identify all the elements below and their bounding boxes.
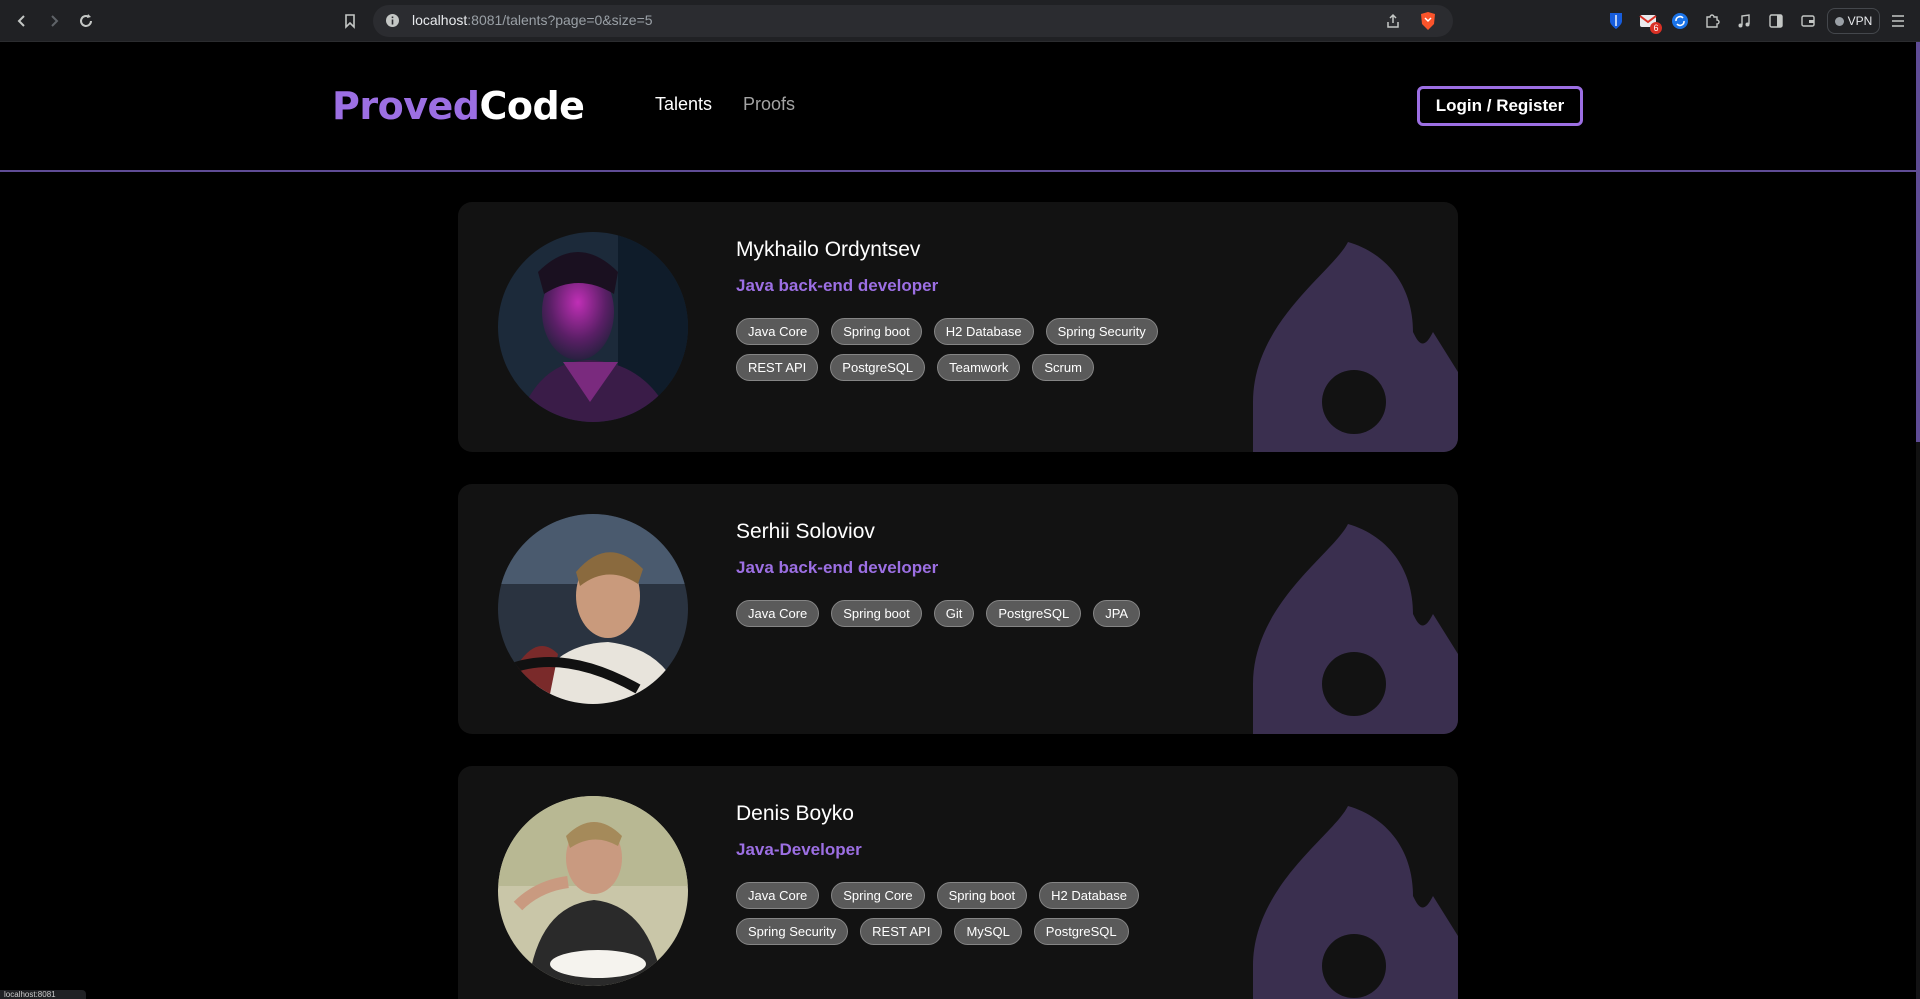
skill-tags: Java Core Spring boot H2 Database Spring…	[736, 318, 1206, 381]
skill-tag: H2 Database	[1039, 882, 1140, 909]
music-icon[interactable]	[1734, 11, 1754, 31]
nav-link-proofs[interactable]: Proofs	[743, 94, 795, 115]
scrollbar-thumb[interactable]	[1916, 42, 1920, 442]
reload-icon[interactable]	[74, 9, 98, 33]
vpn-label: VPN	[1847, 14, 1873, 28]
share-icon[interactable]	[1385, 13, 1401, 34]
sync-extension-icon[interactable]	[1670, 11, 1690, 31]
skill-tag: Spring Security	[736, 918, 849, 945]
extensions-puzzle-icon[interactable]	[1702, 11, 1722, 31]
skill-tag: Spring boot	[831, 600, 922, 627]
skill-tag: REST API	[736, 354, 819, 381]
menu-icon[interactable]	[1888, 11, 1908, 31]
extension-badge: 6	[1650, 22, 1662, 34]
skill-tag: Java Core	[736, 318, 820, 345]
nav-link-talents[interactable]: Talents	[655, 94, 712, 115]
site-header: ProvedCode Talents Proofs Login / Regist…	[0, 42, 1916, 172]
skill-tag: PostgreSQL	[986, 600, 1082, 627]
flame-icon	[1253, 524, 1458, 734]
talent-name[interactable]: Denis Boyko	[736, 802, 854, 826]
url-text: localhost:8081/talents?page=0&size=5	[412, 12, 653, 28]
logo-part-code: Code	[479, 84, 585, 128]
vpn-button[interactable]: VPN	[1827, 8, 1880, 34]
skill-tags: Java Core Spring Core Spring boot H2 Dat…	[736, 882, 1206, 945]
avatar	[498, 514, 688, 704]
skill-tag: JPA	[1093, 600, 1141, 627]
skill-tag: H2 Database	[933, 318, 1034, 345]
brave-shield-icon[interactable]	[1419, 11, 1437, 36]
skill-tag: Spring Core	[831, 882, 925, 909]
talent-card[interactable]: Mykhailo Ordyntsev Java back-end develop…	[458, 202, 1458, 452]
forward-icon[interactable]	[42, 9, 66, 33]
address-bar[interactable]: localhost:8081/talents?page=0&size=5	[373, 5, 1453, 37]
status-bar-url: localhost:8081	[0, 990, 86, 999]
skill-tag: Git	[933, 600, 975, 627]
talent-role: Java back-end developer	[736, 276, 939, 295]
skill-tag: MySQL	[954, 918, 1022, 945]
site-logo[interactable]: ProvedCode	[332, 84, 585, 128]
skill-tag: REST API	[860, 918, 943, 945]
bookmark-icon[interactable]	[338, 9, 362, 33]
skill-tag: Teamwork	[937, 354, 1021, 381]
login-register-button[interactable]: Login / Register	[1417, 86, 1583, 126]
skill-tag: Scrum	[1032, 354, 1094, 381]
skill-tag: Java Core	[736, 882, 820, 909]
wallet-icon[interactable]	[1798, 11, 1818, 31]
talent-role: Java back-end developer	[736, 558, 939, 577]
bitwarden-icon[interactable]	[1606, 11, 1626, 31]
talent-name[interactable]: Mykhailo Ordyntsev	[736, 238, 920, 262]
skill-tag: Spring boot	[936, 882, 1028, 909]
sidebar-icon[interactable]	[1766, 11, 1786, 31]
skill-tag: Spring Security	[1045, 318, 1158, 345]
avatar	[498, 232, 688, 422]
skill-tag: Spring boot	[831, 318, 922, 345]
skill-tag: Java Core	[736, 600, 820, 627]
flame-icon	[1253, 806, 1458, 999]
browser-toolbar: localhost:8081/talents?page=0&size=5 6 V…	[0, 0, 1920, 42]
skill-tag: PostgreSQL	[830, 354, 926, 381]
skill-tags: Java Core Spring boot Git PostgreSQL JPA	[736, 600, 1206, 627]
logo-part-proved: Proved	[332, 84, 480, 128]
back-icon[interactable]	[10, 9, 34, 33]
avatar	[498, 796, 688, 986]
talent-name[interactable]: Serhii Soloviov	[736, 520, 875, 544]
skill-tag: PostgreSQL	[1033, 918, 1129, 945]
vpn-status-icon	[1834, 16, 1844, 26]
site-info-icon[interactable]	[385, 13, 400, 33]
talent-card[interactable]: Denis Boyko Java-Developer Java Core Spr…	[458, 766, 1458, 999]
flame-icon	[1253, 242, 1458, 452]
talent-card[interactable]: Serhii Soloviov Java back-end developer …	[458, 484, 1458, 734]
talent-role: Java-Developer	[736, 840, 862, 859]
